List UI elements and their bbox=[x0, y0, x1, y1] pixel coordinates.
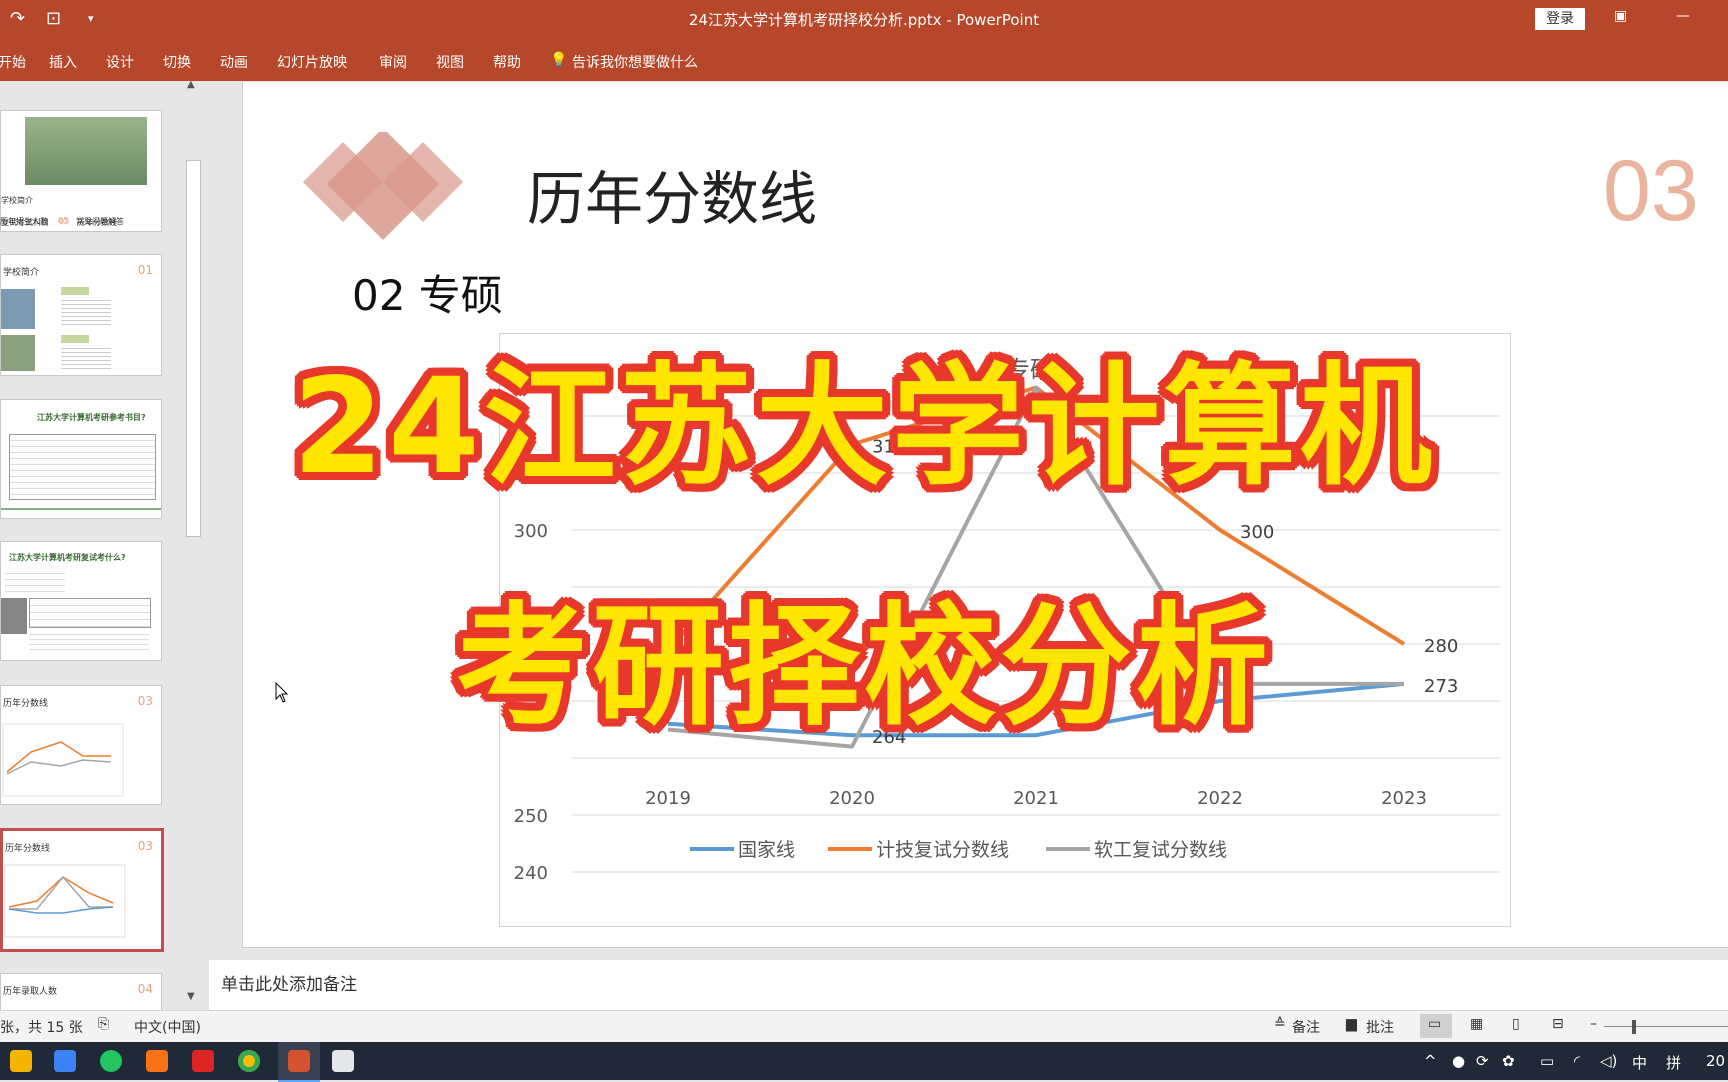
zoom-slider-thumb[interactable] bbox=[1632, 1020, 1636, 1034]
tab-review[interactable]: 审阅 bbox=[379, 52, 407, 72]
thumb-text: 历年招生人数 bbox=[0, 217, 48, 226]
reading-view-icon[interactable]: ▯ bbox=[1512, 1016, 1520, 1032]
notes-placeholder[interactable]: 单击此处添加备注 bbox=[221, 970, 357, 995]
x-tick-label: 2022 bbox=[1197, 788, 1243, 809]
tab-help[interactable]: 帮助 bbox=[493, 52, 521, 72]
campus-photo bbox=[25, 117, 147, 185]
mini-line-chart bbox=[4, 864, 126, 938]
slide-count: 张，共 15 张 bbox=[0, 1020, 83, 1036]
slide-canvas[interactable]: 历年分数线 03 02 专硕 专硕 310 300 250 240 2019 2020 202… bbox=[242, 82, 1728, 948]
tab-design[interactable]: 设计 bbox=[106, 52, 134, 72]
data-label: 300 bbox=[1240, 522, 1274, 543]
volume-icon[interactable]: ◁) bbox=[1600, 1052, 1617, 1070]
section-number[interactable]: 03 bbox=[1603, 142, 1699, 241]
legend-label: 国家线 bbox=[738, 839, 795, 861]
subheading[interactable]: 02 专硕 bbox=[352, 262, 503, 323]
mouse-cursor-icon bbox=[275, 682, 289, 703]
title-bar: ↷ ⊡ ▾ 24江苏大学计算机考研择校分析.pptx - PowerPoint … bbox=[0, 0, 1728, 40]
app-icon[interactable] bbox=[192, 1050, 214, 1072]
clock[interactable]: 20 bbox=[1706, 1052, 1725, 1070]
tab-insert[interactable]: 插入 bbox=[49, 52, 77, 72]
normal-view-icon: ▭ bbox=[1428, 1016, 1442, 1032]
slide-thumbnail-7-selected[interactable]: 历年分数线 03 bbox=[0, 828, 164, 952]
tell-me-search[interactable]: 告诉我你想要做什么 bbox=[572, 52, 698, 72]
sync-icon[interactable]: ⟳ bbox=[1476, 1052, 1489, 1070]
thumb-text: 05 bbox=[58, 216, 69, 225]
diamond-decoration bbox=[303, 132, 463, 240]
scroll-down-icon[interactable]: ▼ bbox=[187, 991, 195, 1002]
slideshow-icon[interactable]: ⊟ bbox=[1552, 1016, 1564, 1032]
microphone-icon[interactable]: ● bbox=[1452, 1052, 1465, 1070]
x-tick-label: 2023 bbox=[1381, 788, 1427, 809]
scroll-up-icon[interactable]: ▲ bbox=[187, 79, 195, 90]
wps-icon[interactable] bbox=[332, 1050, 354, 1072]
notes-toggle-label[interactable]: 备注 bbox=[1292, 1017, 1320, 1037]
ime-mode[interactable]: 拼 bbox=[1666, 1052, 1681, 1073]
y-tick-label: 240 bbox=[514, 863, 548, 884]
document-title: 24江苏大学计算机考研择校分析.pptx - PowerPoint bbox=[688, 11, 1040, 29]
lightbulb-icon: 💡 bbox=[550, 52, 568, 68]
notes-pane[interactable]: 单击此处添加备注 bbox=[209, 960, 1728, 1010]
overlay-title-line1: 24江苏大学计算机 bbox=[292, 350, 1436, 504]
thumb-title: 学校简介 bbox=[3, 268, 40, 278]
thumb-number: 04 bbox=[137, 982, 153, 996]
zoom-out-icon[interactable]: – bbox=[1590, 1016, 1597, 1032]
thumb-text: 常见问题解答 bbox=[76, 217, 124, 226]
windows-taskbar: ^ ● ⟳ ✿ ▭ ◜ ◁) 中 拼 20 bbox=[0, 1042, 1728, 1082]
x-tick-label: 2019 bbox=[645, 788, 691, 809]
zoom-slider[interactable] bbox=[1604, 1026, 1728, 1027]
tab-animations[interactable]: 动画 bbox=[220, 52, 248, 72]
legend-label: 计技复试分数线 bbox=[876, 839, 1009, 861]
status-bar: 张，共 15 张 ⎘ 中文(中国) ≙ 备注 ▆ 批注 ▭ ▦ ▯ ⊟ – bbox=[0, 1010, 1728, 1043]
powerpoint-icon bbox=[288, 1050, 310, 1072]
ime-language[interactable]: 中 bbox=[1632, 1052, 1647, 1073]
y-tick-label: 300 bbox=[514, 521, 548, 542]
feishu-icon[interactable] bbox=[54, 1050, 76, 1072]
tab-view[interactable]: 视图 bbox=[436, 52, 464, 72]
x-tick-label: 2020 bbox=[829, 788, 875, 809]
video-app-icon[interactable] bbox=[146, 1050, 168, 1072]
tray-expand-icon[interactable]: ^ bbox=[1424, 1052, 1437, 1070]
thumb-number: 01 bbox=[137, 263, 153, 277]
x-tick-label: 2021 bbox=[1013, 788, 1059, 809]
notes-toggle-icon[interactable]: ≙ bbox=[1274, 1016, 1286, 1032]
battery-icon[interactable]: ▭ bbox=[1540, 1052, 1554, 1070]
slide-thumbnail-8[interactable]: 历年录取人数 04 bbox=[0, 973, 162, 1015]
ribbon-tabs: 开始 插入 设计 切换 动画 幻灯片放映 审阅 视图 帮助 💡 告诉我你想要做什… bbox=[0, 40, 1728, 81]
thumb-title: 历年录取人数 bbox=[3, 987, 58, 997]
ribbon-display-options-icon[interactable]: ▣ bbox=[1614, 8, 1627, 24]
slide-sorter-icon[interactable]: ▦ bbox=[1470, 1016, 1483, 1032]
spellcheck-icon[interactable]: ⎘ bbox=[98, 1016, 109, 1032]
tab-transitions[interactable]: 切换 bbox=[163, 52, 191, 72]
legend-label: 软工复试分数线 bbox=[1094, 839, 1227, 861]
overlay-title-line2: 考研择校分析 bbox=[456, 590, 1272, 744]
wifi-icon[interactable]: ◜ bbox=[1574, 1052, 1580, 1070]
minimize-icon[interactable]: — bbox=[1676, 8, 1690, 24]
wechat-icon[interactable] bbox=[100, 1050, 122, 1072]
thumb-number: 03 bbox=[137, 839, 153, 853]
login-button[interactable]: 登录 bbox=[1535, 8, 1585, 30]
slide-heading[interactable]: 历年分数线 bbox=[527, 152, 817, 236]
comments-icon[interactable]: ▆ bbox=[1346, 1016, 1357, 1032]
label-chip bbox=[61, 287, 89, 295]
thumb-title: 历年分数线 bbox=[5, 844, 51, 854]
language-indicator[interactable]: 中文(中国) bbox=[134, 1017, 201, 1037]
thumb-row: 历年招生人数 05 常见问题解答 bbox=[0, 214, 161, 230]
comments-label[interactable]: 批注 bbox=[1366, 1017, 1394, 1037]
tray-app-icon[interactable]: ✿ bbox=[1502, 1052, 1515, 1070]
chrome-icon[interactable] bbox=[238, 1050, 260, 1072]
file-explorer-icon[interactable] bbox=[10, 1050, 32, 1072]
slide-thumbnail-panel: 学校简介 复试考试科目 03 历年分数线 历年招生人数 05 常见问题解答 学校… bbox=[0, 81, 183, 1015]
y-tick-label: 250 bbox=[514, 806, 548, 827]
tab-home[interactable]: 开始 bbox=[0, 52, 26, 72]
tab-slideshow[interactable]: 幻灯片放映 bbox=[277, 52, 347, 72]
thumb-text: 学校简介 bbox=[1, 196, 33, 205]
